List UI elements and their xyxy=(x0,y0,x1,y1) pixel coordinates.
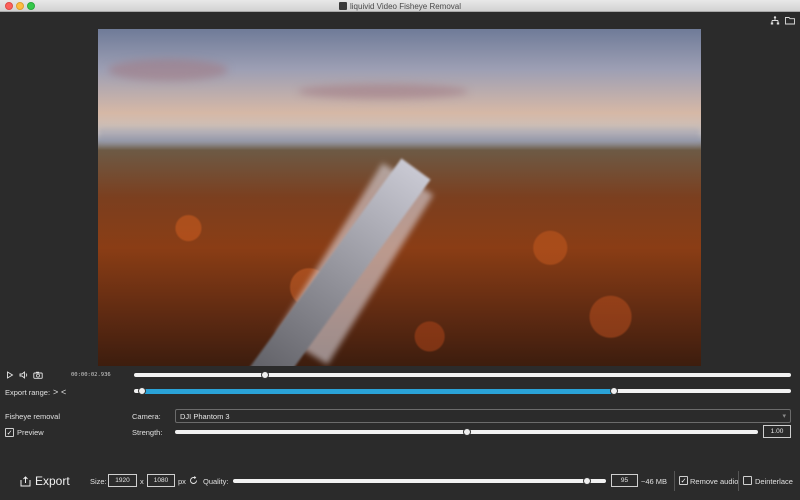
check-icon: ✓ xyxy=(680,477,687,485)
export-range-fill xyxy=(141,389,614,394)
camera-icon[interactable] xyxy=(33,371,43,379)
size-x-label: x xyxy=(140,477,144,486)
quality-label: Quality: xyxy=(203,477,229,486)
size-label: Size: xyxy=(90,477,107,486)
video-horizon xyxy=(98,129,701,144)
app-icon xyxy=(338,2,347,10)
size-estimate: ~46 MB xyxy=(641,477,668,486)
folder-icon[interactable] xyxy=(785,16,795,25)
export-icon xyxy=(20,475,31,486)
divider xyxy=(738,471,739,491)
video-preview xyxy=(98,29,701,366)
quality-slider-knob[interactable] xyxy=(583,477,592,485)
play-icon[interactable] xyxy=(6,371,14,379)
fisheye-section-label: Fisheye removal xyxy=(5,412,61,421)
height-field[interactable]: 1080 xyxy=(147,474,175,487)
video-cloud xyxy=(298,84,468,99)
width-field[interactable]: 1920 xyxy=(108,474,137,487)
strength-label: Strength: xyxy=(132,428,163,437)
title-bar: liquivid Video Fisheye Removal xyxy=(0,0,800,12)
export-button-label: Export xyxy=(35,474,70,488)
chevron-down-icon: ▾ xyxy=(782,413,786,420)
export-range-end-handle[interactable] xyxy=(609,387,618,395)
set-out-point-button[interactable]: < xyxy=(61,387,66,397)
export-range-start-handle[interactable] xyxy=(137,387,146,395)
divider xyxy=(674,471,675,491)
strength-value-field[interactable]: 1.00 xyxy=(763,425,791,438)
strength-slider-knob[interactable] xyxy=(462,428,471,436)
camera-label: Camera: xyxy=(132,412,161,421)
remove-audio-checkbox[interactable]: ✓ xyxy=(679,476,688,485)
px-label: px xyxy=(178,477,186,486)
export-button[interactable]: Export xyxy=(20,472,70,490)
reset-icon[interactable] xyxy=(189,476,198,485)
playback-track[interactable] xyxy=(134,373,791,377)
quality-value-field[interactable]: 95 xyxy=(611,474,638,487)
deinterlace-checkbox[interactable] xyxy=(743,476,752,485)
camera-select-value: DJI Phantom 3 xyxy=(180,411,230,421)
window-title-wrap: liquivid Video Fisheye Removal xyxy=(0,0,800,12)
window-title: liquivid Video Fisheye Removal xyxy=(349,1,462,11)
check-icon: ✓ xyxy=(6,429,13,437)
volume-icon[interactable] xyxy=(19,371,29,379)
deinterlace-label: Deinterlace xyxy=(755,477,793,486)
camera-select[interactable]: DJI Phantom 3 ▾ xyxy=(175,409,791,423)
playback-knob[interactable] xyxy=(261,371,270,379)
video-cloud xyxy=(108,59,228,81)
remove-audio-label: Remove audio xyxy=(690,477,739,486)
export-range-label: Export range: xyxy=(5,388,51,397)
hierarchy-icon[interactable] xyxy=(770,16,780,25)
preview-label: Preview xyxy=(17,428,44,437)
quality-slider-track[interactable] xyxy=(233,479,606,483)
preview-checkbox[interactable]: ✓ xyxy=(5,428,14,437)
set-in-point-button[interactable]: > xyxy=(53,387,58,397)
playback-time: 00:00:02.936 xyxy=(71,372,111,378)
